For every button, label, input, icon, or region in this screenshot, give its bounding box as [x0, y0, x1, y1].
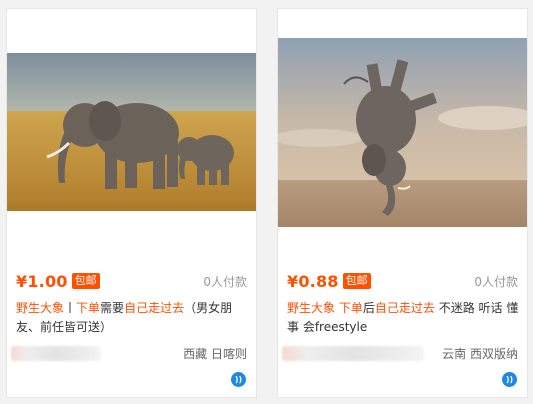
product-title-link[interactable]: 野生大象丨下单需要自己走过去（男女朋友、前任皆可送） [16, 299, 248, 337]
shop-name-blurred[interactable] [282, 345, 424, 361]
wangwang-icon[interactable]: )) [502, 372, 517, 387]
title-keyword: 野生大象 [287, 301, 336, 315]
title-text: 后 [362, 301, 375, 315]
price: ¥1.00 [16, 271, 68, 291]
title-keyword: 下单 [338, 301, 363, 315]
free-shipping-badge: 包邮 [71, 273, 100, 289]
title-keyword: 下单 [76, 301, 101, 315]
price-row: ¥1.00 包邮 0人付款 [16, 271, 247, 291]
product-title-link[interactable]: 野生大象 下单后自己走过去 不迷路 听话 懂事 会freestyle [287, 299, 519, 337]
product-card[interactable]: ¥1.00 包邮 0人付款 野生大象丨下单需要自己走过去（男女朋友、前任皆可送）… [6, 8, 257, 398]
sold-count: 0人付款 [203, 274, 247, 289]
title-text: 需要 [100, 301, 125, 315]
title-keyword: 野生大象 [16, 301, 65, 315]
price: ¥0.88 [287, 271, 339, 291]
product-image[interactable] [7, 53, 256, 211]
price-row: ¥0.88 包邮 0人付款 [287, 271, 518, 291]
product-image[interactable] [278, 38, 527, 227]
title-keyword: 自己走过去 [374, 301, 435, 315]
seller-row: 云南 西双版纳 [282, 343, 518, 363]
title-separator: 丨 [64, 301, 77, 315]
seller-row: 西藏 日喀则 [11, 343, 247, 363]
wangwang-icon[interactable]: )) [231, 372, 246, 387]
title-keyword: 自己走过去 [124, 301, 185, 315]
location: 西藏 日喀则 [183, 346, 247, 361]
product-card[interactable]: ¥0.88 包邮 0人付款 野生大象 下单后自己走过去 不迷路 听话 懂事 会f… [277, 8, 528, 398]
shop-name-blurred[interactable] [11, 345, 101, 361]
sold-count: 0人付款 [474, 274, 518, 289]
location: 云南 西双版纳 [442, 346, 518, 361]
free-shipping-badge: 包邮 [342, 273, 371, 289]
